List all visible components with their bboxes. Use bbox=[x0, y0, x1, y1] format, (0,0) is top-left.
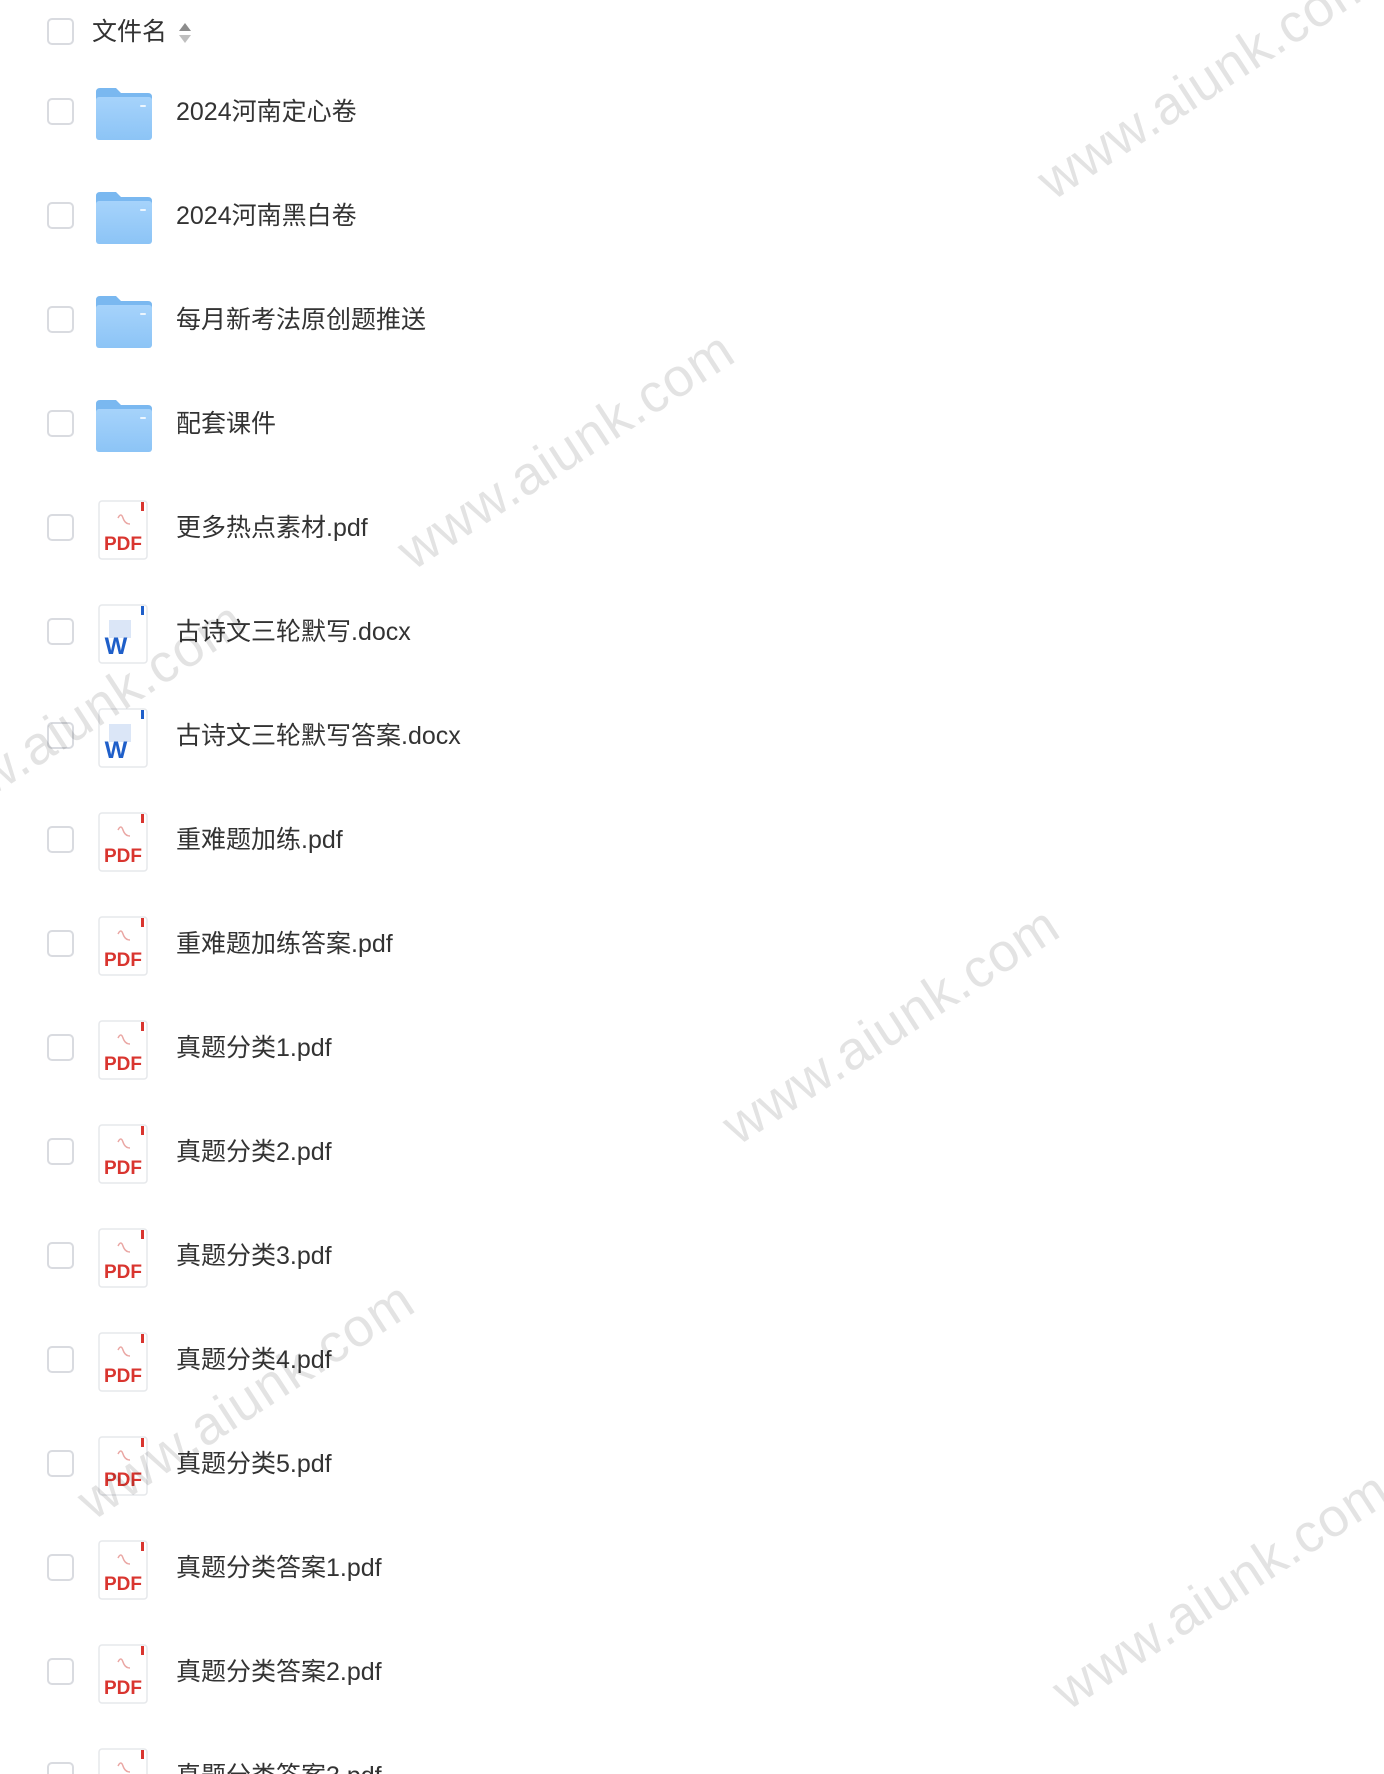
row-checkbox[interactable] bbox=[47, 410, 74, 437]
file-list: 文件名 2024河南定心卷 2024河南黑白卷每月新考法原创题推送 配套课件 PDF 更… bbox=[0, 0, 1384, 1774]
pdf-file-icon: PDF bbox=[94, 1228, 154, 1288]
file-row[interactable]: 2024河南黑白卷 bbox=[0, 164, 1384, 268]
row-checkbox[interactable] bbox=[47, 1762, 74, 1774]
row-checkbox[interactable] bbox=[47, 306, 74, 333]
svg-text:PDF: PDF bbox=[104, 1262, 142, 1283]
file-name[interactable]: 2024河南定心卷 bbox=[176, 92, 357, 132]
word-file-icon: W bbox=[94, 708, 154, 768]
file-name[interactable]: 古诗文三轮默写.docx bbox=[176, 612, 411, 652]
svg-text:W: W bbox=[105, 737, 128, 764]
pdf-file-icon: PDF bbox=[94, 1332, 154, 1392]
file-name[interactable]: 古诗文三轮默写答案.docx bbox=[176, 716, 461, 756]
file-name[interactable]: 真题分类1.pdf bbox=[176, 1028, 332, 1068]
file-name[interactable]: 真题分类3.pdf bbox=[176, 1236, 332, 1276]
file-row[interactable]: PDF 真题分类答案2.pdf bbox=[0, 1620, 1384, 1724]
file-name[interactable]: 2024河南黑白卷 bbox=[176, 196, 357, 236]
row-checkbox[interactable] bbox=[47, 722, 74, 749]
row-checkbox[interactable] bbox=[47, 1450, 74, 1477]
pdf-file-icon: PDF bbox=[94, 500, 154, 560]
folder-icon bbox=[94, 188, 154, 248]
file-row[interactable]: 配套课件 bbox=[0, 372, 1384, 476]
svg-text:W: W bbox=[105, 633, 128, 660]
pdf-file-icon: PDF bbox=[94, 812, 154, 872]
file-row[interactable]: W 古诗文三轮默写答案.docx bbox=[0, 684, 1384, 788]
file-name[interactable]: 真题分类5.pdf bbox=[176, 1444, 332, 1484]
file-row[interactable]: PDF 重难题加练答案.pdf bbox=[0, 892, 1384, 996]
row-checkbox[interactable] bbox=[47, 1242, 74, 1269]
svg-text:PDF: PDF bbox=[104, 1158, 142, 1179]
folder-icon bbox=[94, 396, 154, 456]
row-checkbox[interactable] bbox=[47, 98, 74, 125]
svg-text:PDF: PDF bbox=[104, 1470, 142, 1491]
folder-icon bbox=[94, 84, 154, 144]
svg-text:PDF: PDF bbox=[104, 950, 142, 971]
file-row[interactable]: PDF 真题分类答案1.pdf bbox=[0, 1516, 1384, 1620]
row-checkbox[interactable] bbox=[47, 1658, 74, 1685]
file-name[interactable]: 真题分类答案3.pdf bbox=[176, 1756, 382, 1774]
row-checkbox[interactable] bbox=[47, 618, 74, 645]
row-checkbox[interactable] bbox=[47, 1034, 74, 1061]
svg-text:PDF: PDF bbox=[104, 846, 142, 867]
pdf-file-icon: PDF bbox=[94, 1644, 154, 1704]
row-checkbox[interactable] bbox=[47, 202, 74, 229]
file-name[interactable]: 真题分类答案2.pdf bbox=[176, 1652, 382, 1692]
file-name[interactable]: 配套课件 bbox=[176, 404, 276, 444]
row-checkbox[interactable] bbox=[47, 930, 74, 957]
folder-icon bbox=[94, 292, 154, 352]
file-row[interactable]: 2024河南定心卷 bbox=[0, 60, 1384, 164]
row-checkbox[interactable] bbox=[47, 1138, 74, 1165]
file-row[interactable]: PDF 真题分类1.pdf bbox=[0, 996, 1384, 1100]
pdf-file-icon: PDF bbox=[94, 916, 154, 976]
select-all-checkbox[interactable] bbox=[47, 18, 74, 45]
pdf-file-icon: PDF bbox=[94, 1748, 154, 1774]
sort-icon[interactable] bbox=[178, 21, 192, 45]
svg-text:PDF: PDF bbox=[104, 1054, 142, 1075]
file-row[interactable]: 每月新考法原创题推送 bbox=[0, 268, 1384, 372]
file-row[interactable]: PDF 重难题加练.pdf bbox=[0, 788, 1384, 892]
file-row[interactable]: PDF 真题分类5.pdf bbox=[0, 1412, 1384, 1516]
file-row[interactable]: PDF 更多热点素材.pdf bbox=[0, 476, 1384, 580]
row-checkbox[interactable] bbox=[47, 514, 74, 541]
file-row[interactable]: PDF 真题分类3.pdf bbox=[0, 1204, 1384, 1308]
row-checkbox[interactable] bbox=[47, 1554, 74, 1581]
file-row[interactable]: W 古诗文三轮默写.docx bbox=[0, 580, 1384, 684]
file-name[interactable]: 每月新考法原创题推送 bbox=[176, 300, 426, 340]
file-name[interactable]: 真题分类2.pdf bbox=[176, 1132, 332, 1172]
file-name[interactable]: 真题分类答案1.pdf bbox=[176, 1548, 382, 1588]
pdf-file-icon: PDF bbox=[94, 1436, 154, 1496]
file-name[interactable]: 真题分类4.pdf bbox=[176, 1340, 332, 1380]
row-checkbox[interactable] bbox=[47, 826, 74, 853]
svg-text:PDF: PDF bbox=[104, 1366, 142, 1387]
pdf-file-icon: PDF bbox=[94, 1540, 154, 1600]
word-file-icon: W bbox=[94, 604, 154, 664]
pdf-file-icon: PDF bbox=[94, 1124, 154, 1184]
file-row[interactable]: PDF 真题分类答案3.pdf bbox=[0, 1724, 1384, 1774]
file-row[interactable]: PDF 真题分类4.pdf bbox=[0, 1308, 1384, 1412]
filename-column-header[interactable]: 文件名 bbox=[92, 14, 167, 50]
svg-text:PDF: PDF bbox=[104, 534, 142, 555]
svg-text:PDF: PDF bbox=[104, 1574, 142, 1595]
file-name[interactable]: 重难题加练答案.pdf bbox=[176, 924, 393, 964]
svg-text:PDF: PDF bbox=[104, 1678, 142, 1699]
pdf-file-icon: PDF bbox=[94, 1020, 154, 1080]
row-checkbox[interactable] bbox=[47, 1346, 74, 1373]
file-name[interactable]: 重难题加练.pdf bbox=[176, 820, 343, 860]
file-row[interactable]: PDF 真题分类2.pdf bbox=[0, 1100, 1384, 1204]
file-name[interactable]: 更多热点素材.pdf bbox=[176, 508, 368, 548]
file-list-header: 文件名 bbox=[0, 0, 1384, 64]
